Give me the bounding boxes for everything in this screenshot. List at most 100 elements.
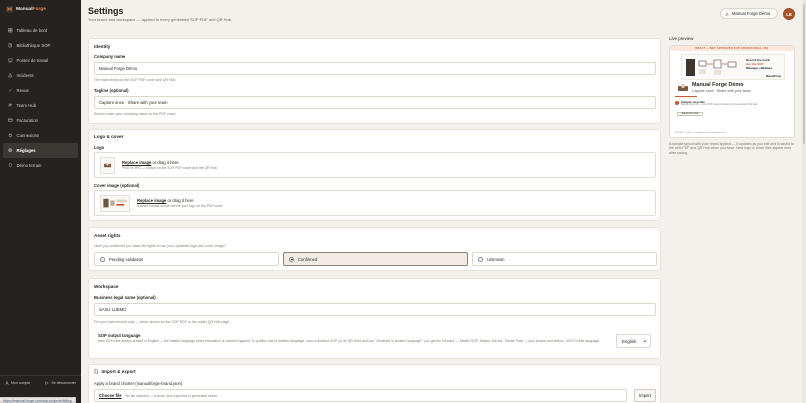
language-select[interactable]: English [616, 334, 651, 348]
legal-name-input[interactable]: SASU LUBMC [94, 303, 656, 316]
charter-file-input[interactable]: Choose file No file selected — a small .… [94, 389, 627, 402]
radio-dot [100, 256, 105, 262]
sidebar-item-label: Postes de travail [16, 58, 49, 63]
draft-banner: DRAFT — NOT APPROVED FOR OPERATIONAL USE [670, 46, 794, 51]
sidebar-item-label: Bibliothèque SOP [16, 43, 51, 48]
preview-note: A sample layout with your brand applied … [669, 142, 794, 155]
brand-logo-icon [6, 5, 13, 13]
identity-card: Identity Company name Manual Forge Démo … [88, 38, 661, 124]
radio-dot [289, 256, 294, 262]
sidebar-item-label: Facturation [16, 118, 39, 123]
sidebar-item-label: Revue [16, 88, 29, 93]
sidebar-item-revue[interactable]: Revue [3, 83, 78, 98]
replace-cover-link[interactable]: Replace image [137, 198, 166, 203]
sidebar-item-label: Connexions [16, 133, 40, 138]
scrollbar-thumb[interactable] [802, 4, 806, 144]
tagline-help: Shown under your company name on the PDF… [94, 112, 177, 116]
brand[interactable]: ManualForge [6, 5, 46, 13]
cover-upload-text: Replace image or drag it here [137, 198, 194, 203]
rights-option-pending[interactable]: Pending validation [94, 252, 279, 266]
asset-rights-title: Asset rights [94, 233, 121, 238]
choose-file-button[interactable]: Choose file [99, 393, 122, 398]
logo-cover-title: Logo & cover [94, 134, 124, 139]
sidebar-item-label: Incidents [16, 73, 34, 78]
rights-option-unknown[interactable]: Unknown [472, 252, 657, 266]
sidebar-item-label: Réglages [16, 148, 36, 153]
logo-upload-text: Replace image or drag it here [122, 160, 179, 165]
logo-upload-help: PNG or JPG — shown on the SOP PDF cover … [122, 166, 218, 170]
avatar[interactable]: LB [783, 8, 795, 20]
sidebar-item-incidents[interactable]: Incidents [3, 68, 78, 83]
cover-thumbnail [100, 195, 130, 212]
preview-company: Manual Forge Démo [692, 82, 744, 88]
sidebar-item-reglages[interactable]: Réglages [3, 143, 78, 158]
logo-upload[interactable]: Replace image or drag it here PNG or JPG… [94, 152, 656, 178]
tagline-input[interactable]: Capture once · Share with your team [94, 96, 656, 109]
company-name-input[interactable]: Manual Forge Démo [94, 62, 656, 75]
workspace-title: Workspace [94, 284, 119, 289]
replace-logo-link[interactable]: Replace image [122, 160, 151, 165]
preview-rule [675, 96, 697, 97]
asset-rights-card: Asset rights Have you confirmed you have… [88, 227, 661, 271]
radio-dot [478, 256, 483, 262]
preview-step: Sample step title Sample body text — you… [675, 100, 791, 120]
account-label: Mon compte [11, 380, 31, 385]
sidebar-item-label: Tableau de bord [16, 28, 48, 33]
dashboard-icon [8, 28, 13, 33]
language-help: New SOPs are always drafted in English —… [98, 339, 601, 343]
sidebar-item-tableau-de-bord[interactable]: Tableau de bord [3, 23, 78, 38]
language-label: SOP output language [98, 333, 141, 338]
cover-upload[interactable]: Replace image or drag it here A wider ba… [94, 190, 656, 216]
legal-name-help: For your own records only — never shown … [94, 320, 231, 324]
company-name-help: The main brand on the SOP PDF cover and … [94, 78, 177, 82]
status-url: https://manual-forge.com/sop-projects/bi… [0, 397, 76, 403]
preview-cover-image: Record the work. Get the SOP. Manager va… [681, 54, 785, 80]
sidebar-nav: Tableau de bord Bibliothèque SOP Postes de… [3, 23, 78, 173]
import-export-title: Import & export [101, 369, 136, 374]
rights-option-confirmed[interactable]: Confirmed [283, 252, 468, 266]
step-number-icon [675, 101, 679, 105]
page-subtitle: Your brand and workspace — applied to ev… [88, 17, 233, 22]
sidebar-item-demo-terrain[interactable]: Démo terrain [3, 158, 78, 173]
alert-icon [8, 73, 13, 78]
import-button[interactable]: Import [634, 389, 656, 402]
brand-charter-label: Apply a brand charter (manualforge-brand… [94, 381, 183, 386]
chevron-down-icon [643, 340, 647, 343]
identity-title: Identity [94, 44, 111, 49]
account-link[interactable]: Mon compte [5, 381, 35, 385]
sidebar-item-connexions[interactable]: Connexions [3, 128, 78, 143]
page-title: Settings [88, 6, 124, 16]
scrollbar[interactable] [802, 0, 806, 403]
preview-equipment: Equipment used [677, 112, 703, 116]
sidebar-item-facturation[interactable]: Facturation [3, 113, 78, 128]
demo-icon [8, 163, 12, 168]
team-icon [8, 103, 13, 107]
cover-upload-help: A wider banner shown above your logo on … [137, 204, 224, 208]
preview-mini-brand: ManualForge [766, 75, 781, 78]
billing-icon [8, 118, 13, 123]
review-icon [8, 89, 12, 92]
import-export-card: Import & export Apply a brand charter (m… [88, 364, 661, 403]
logo-cover-card: Logo & cover Logo Replace image or drag … [88, 129, 661, 221]
logo-label: Logo [94, 145, 105, 150]
sidebar: ManualForge Tableau de bord Bibliothèque … [0, 0, 81, 403]
preview-footer: QR Hub — Draft — not approved for operat… [675, 132, 726, 134]
preview-tagline-text: Capture once · Share with your team [692, 89, 751, 93]
workstation-icon [8, 58, 13, 63]
asset-rights-question: Have you confirmed you have the rights t… [94, 244, 226, 248]
preview-tagline: Record the work. Get the SOP. Manager va… [746, 58, 773, 70]
sidebar-item-postes-de-travail[interactable]: Postes de travail [3, 53, 78, 68]
workspace-name: Manual Forge Démo [732, 11, 771, 16]
preview-step-desc: Sample body text — your SOP content is w… [681, 104, 758, 106]
logout-button[interactable]: Se déconnecter [45, 381, 76, 385]
sidebar-footer: Mon compte Se déconnecter [0, 375, 81, 389]
logout-label: Se déconnecter [51, 380, 76, 385]
sidebar-item-team-hub[interactable]: Team Hub [3, 98, 78, 113]
preview-title: Live preview [669, 36, 694, 41]
sidebar-item-bibliotheque-sop[interactable]: Bibliothèque SOP [3, 38, 78, 53]
live-preview: DRAFT — NOT APPROVED FOR OPERATIONAL USE… [669, 45, 795, 138]
workspace-switcher[interactable]: Manual Forge Démo [720, 8, 778, 19]
workspace-icon [725, 11, 729, 15]
user-icon [5, 380, 9, 385]
preview-logo [678, 84, 688, 91]
